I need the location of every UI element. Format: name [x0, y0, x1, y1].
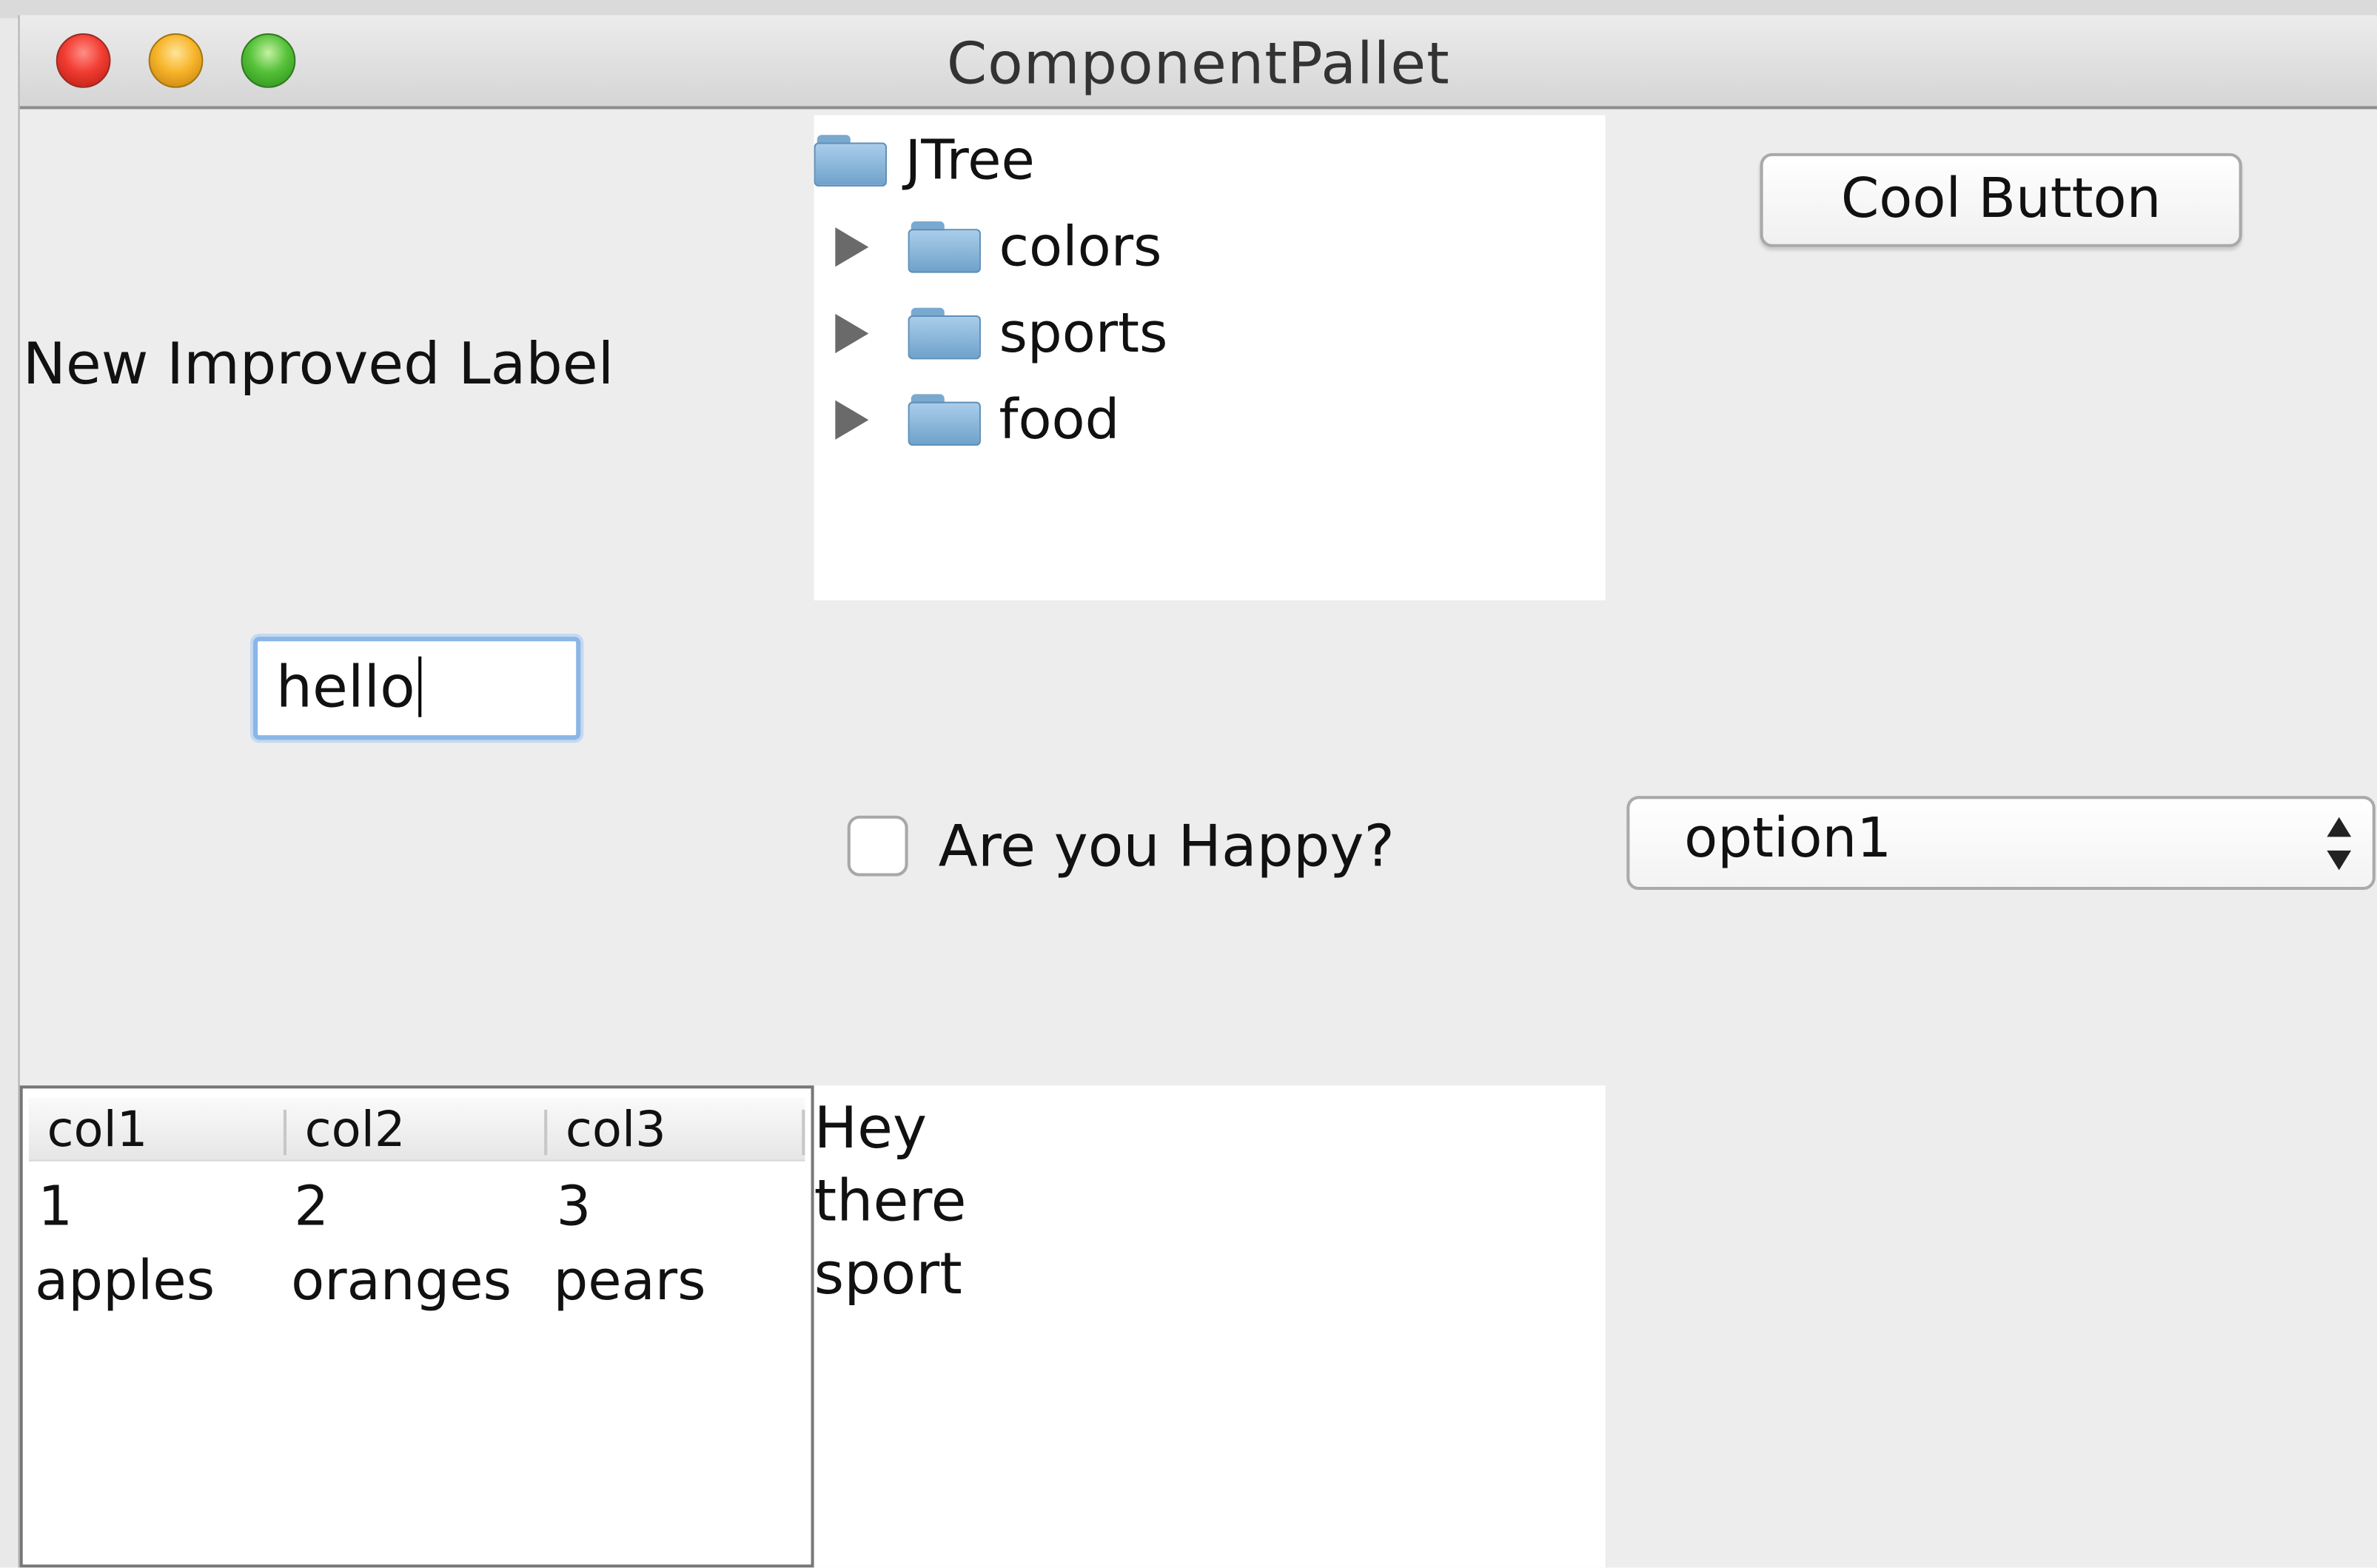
folder-icon	[908, 394, 981, 446]
screen: ComponentPallet New Improved Label hello…	[0, 0, 2377, 1568]
tree-node-food[interactable]: food	[835, 382, 1119, 458]
text-area-line: Hey	[814, 1094, 928, 1162]
table-cell[interactable]: 1	[38, 1176, 73, 1239]
text-field-value: hello	[275, 653, 415, 720]
table-header: col1 col2 col3	[28, 1097, 805, 1162]
happy-checkbox-label[interactable]: Are you Happy?	[939, 813, 1395, 880]
text-area-line: there	[814, 1167, 967, 1234]
column-header-col2[interactable]: col2	[286, 1098, 547, 1162]
happy-checkbox-row[interactable]: Are you Happy?	[847, 813, 1395, 880]
text-area-line: sport	[814, 1240, 962, 1307]
window-title: ComponentPallet	[946, 30, 1450, 98]
happy-checkbox[interactable]	[847, 815, 908, 877]
table-cell[interactable]: 3	[557, 1176, 591, 1239]
folder-icon	[908, 307, 981, 360]
cool-button[interactable]: Cool Button	[1760, 153, 2242, 247]
column-header-col3[interactable]: col3	[547, 1098, 805, 1162]
tree-root-label: JTree	[905, 130, 1035, 192]
updown-arrows-icon	[2327, 817, 2352, 872]
expand-arrow-icon[interactable]	[835, 400, 869, 440]
improved-label: New Improved Label	[22, 330, 614, 398]
tree-root[interactable]: JTree	[814, 123, 1035, 198]
folder-icon	[814, 135, 887, 187]
expand-arrow-icon[interactable]	[835, 313, 869, 354]
table-cell[interactable]: 2	[294, 1176, 329, 1239]
tree-node-sports[interactable]: sports	[835, 295, 1167, 371]
title-bar[interactable]: ComponentPallet	[19, 15, 2377, 110]
table-cell[interactable]: apples	[35, 1250, 215, 1313]
folder-icon	[908, 221, 981, 273]
data-table[interactable]: col1 col2 col3 1 2 3 apples oranges pear…	[19, 1085, 814, 1568]
table-cell[interactable]: oranges	[291, 1250, 512, 1313]
table-cell[interactable]: pears	[553, 1250, 705, 1313]
text-area[interactable]: Hey there sport	[814, 1085, 1606, 1568]
column-divider[interactable]	[802, 1109, 805, 1156]
tree-node-colors[interactable]: colors	[835, 210, 1161, 285]
tree-node-label: sports	[999, 302, 1168, 365]
column-header-col1[interactable]: col1	[29, 1098, 286, 1162]
tree-node-label: food	[999, 389, 1120, 452]
text-caret	[418, 656, 421, 717]
expand-arrow-icon[interactable]	[835, 227, 869, 267]
combo-selected-value: option1	[1684, 808, 1892, 871]
text-field[interactable]: hello	[252, 637, 581, 740]
tree-node-label: colors	[999, 215, 1162, 278]
tree-view[interactable]: JTree colors sports food	[814, 115, 1606, 600]
app-window: ComponentPallet New Improved Label hello…	[18, 15, 2377, 1568]
options-combobox[interactable]: option1	[1626, 796, 2376, 891]
